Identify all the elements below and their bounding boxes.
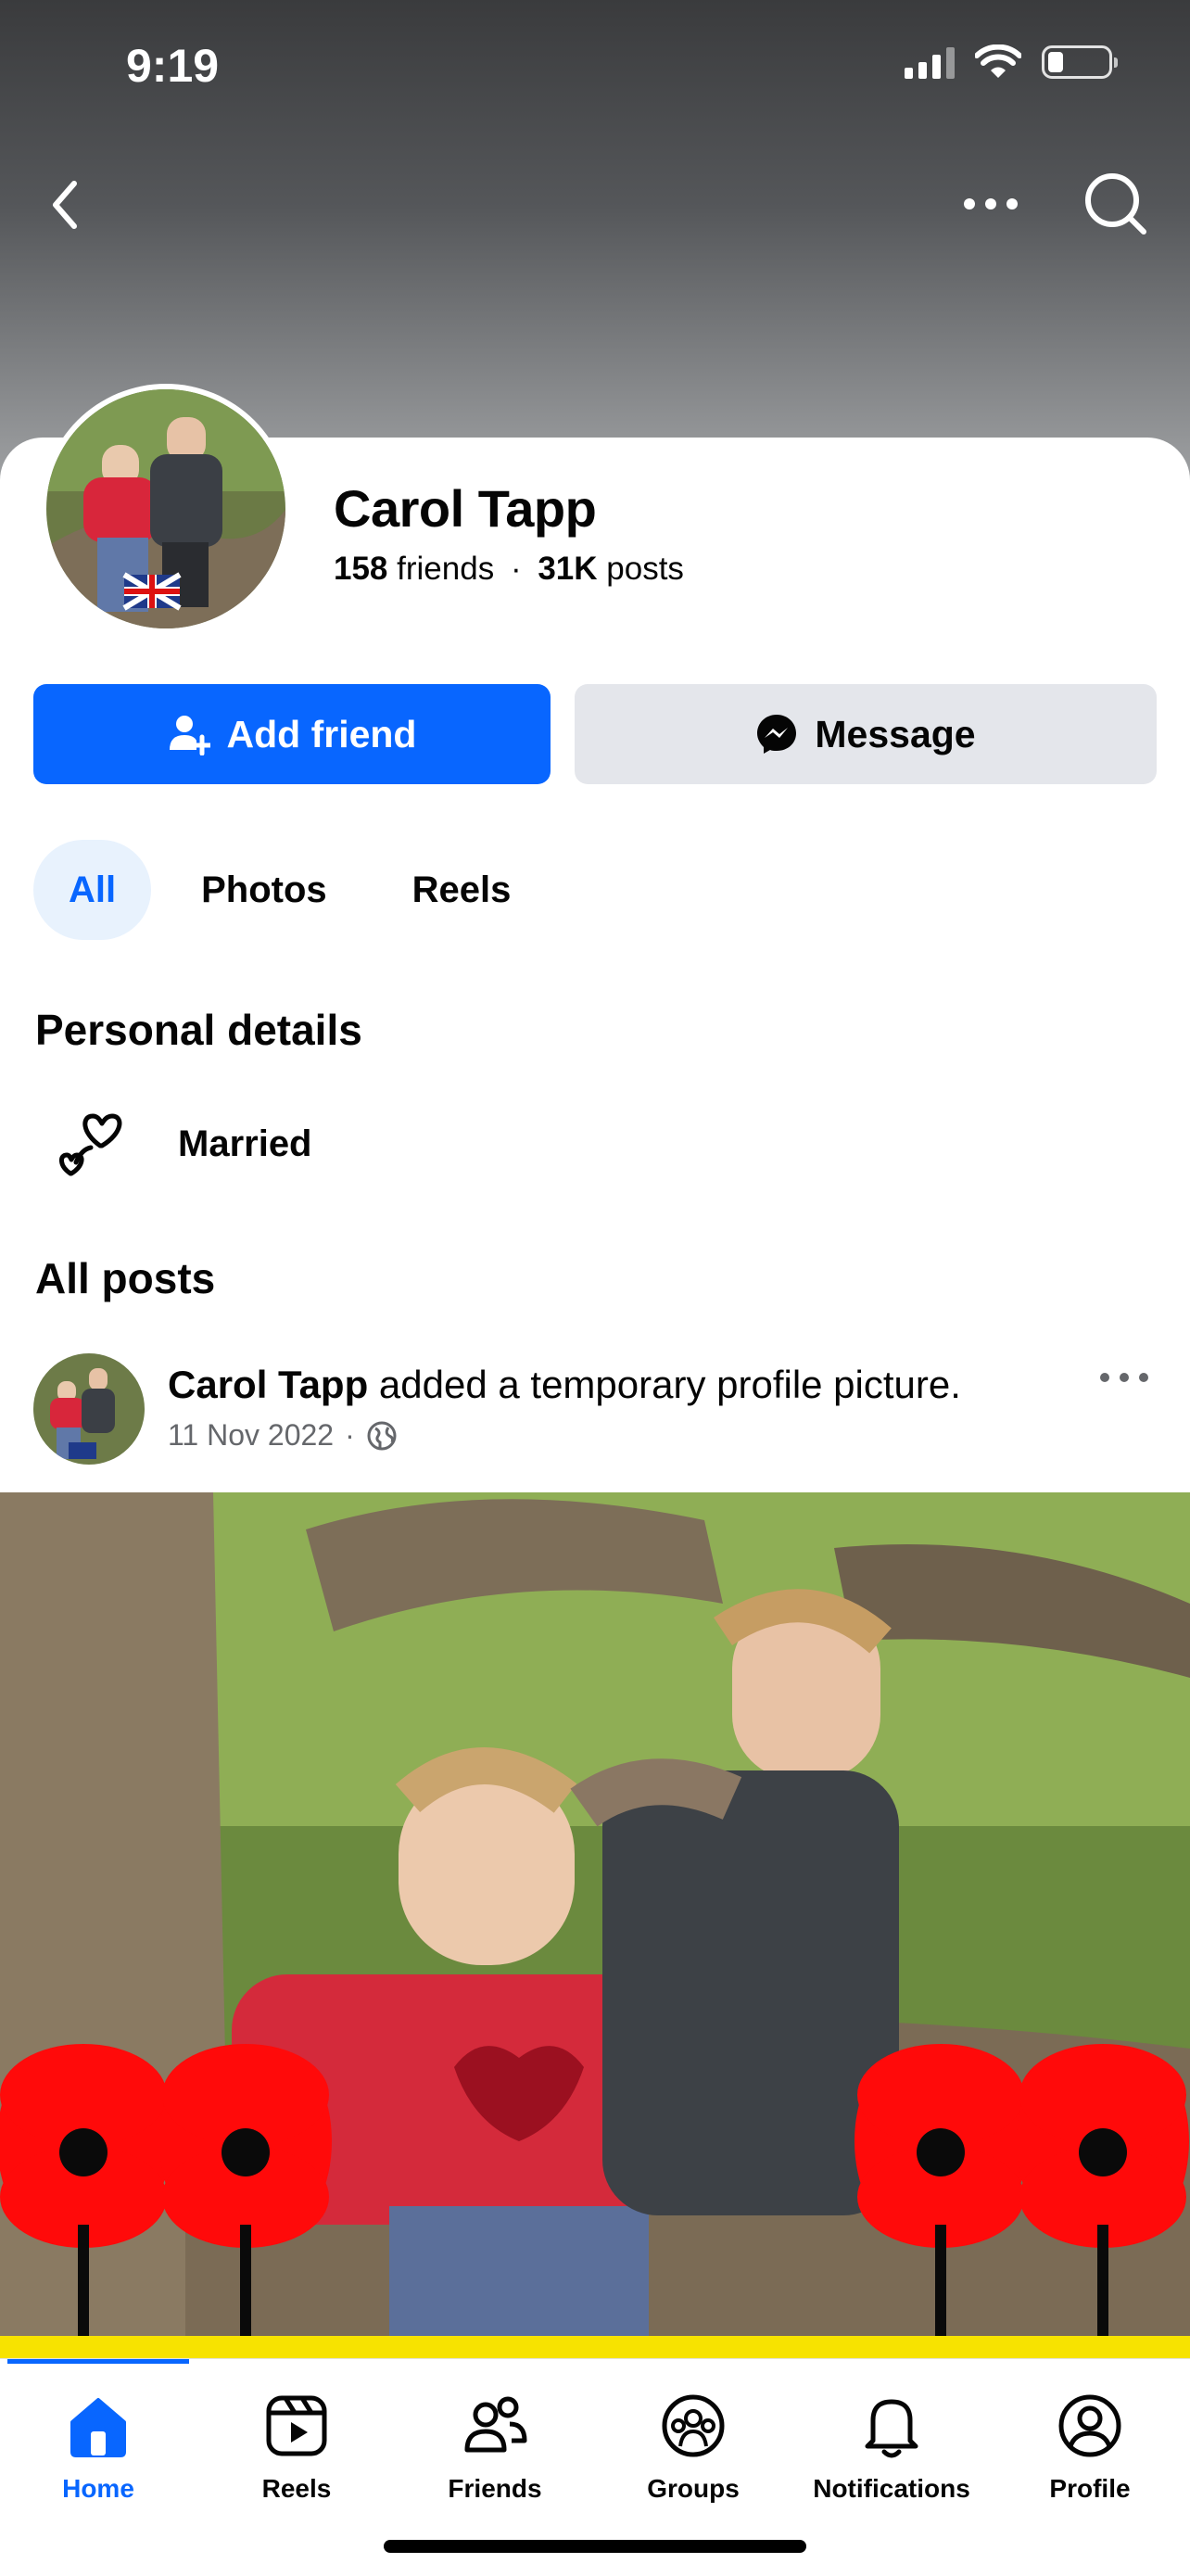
post-action-text: added a temporary profile picture. <box>378 1363 961 1406</box>
relationship-status: Married <box>178 1123 312 1164</box>
nav-notifications[interactable]: Notifications <box>799 2391 984 2504</box>
profile-icon <box>1058 2394 1121 2457</box>
posts-word: posts <box>606 551 684 587</box>
active-tab-indicator <box>7 2359 189 2364</box>
top-navigation <box>0 158 1190 250</box>
message-button[interactable]: Message <box>575 684 1157 784</box>
post-date[interactable]: 11 Nov 2022 <box>168 1418 334 1453</box>
nav-reels-label: Reels <box>261 2474 332 2503</box>
battery-icon <box>1042 45 1118 79</box>
bell-icon <box>865 2399 918 2458</box>
post-meta-dot: · <box>345 1418 355 1452</box>
friends-count[interactable]: 158 <box>334 551 387 587</box>
profile-name: Carol Tapp <box>334 479 597 538</box>
nav-friends-label: Friends <box>448 2474 542 2503</box>
personal-details-title: Personal details <box>35 1006 362 1054</box>
all-posts-title: All posts <box>35 1254 216 1302</box>
post-meta: 11 Nov 2022 · <box>168 1418 398 1453</box>
add-friend-button[interactable]: Add friend <box>33 684 551 784</box>
post-header: Carol Tapp added a temporary profile pic… <box>33 1353 1157 1465</box>
groups-icon <box>662 2394 725 2457</box>
friends-icon <box>464 2396 527 2453</box>
profile-stats: 158 friends · 31K posts <box>334 551 684 588</box>
post-author-name[interactable]: Carol Tapp <box>168 1363 368 1406</box>
reels-icon <box>266 2395 327 2456</box>
nav-home-label: Home <box>62 2474 134 2503</box>
globe-icon <box>367 1421 397 1450</box>
posts-count: 31K <box>538 551 598 587</box>
relationship-detail: Married <box>54 1109 312 1179</box>
nav-home[interactable]: Home <box>6 2391 191 2504</box>
wifi-icon <box>975 44 1021 78</box>
post-photo[interactable] <box>0 1492 1190 2359</box>
nav-reels[interactable]: Reels <box>204 2391 389 2504</box>
home-icon <box>70 2398 126 2457</box>
nav-profile-label: Profile <box>1049 2474 1131 2503</box>
more-options-icon[interactable] <box>958 178 1023 230</box>
tab-reels[interactable]: Reels <box>377 840 547 940</box>
status-icons <box>905 44 1118 80</box>
tab-all[interactable]: All <box>33 840 152 940</box>
tab-photos[interactable]: Photos <box>166 840 362 940</box>
nav-profile[interactable]: Profile <box>997 2391 1183 2504</box>
nav-groups-label: Groups <box>647 2474 740 2503</box>
friends-word[interactable]: friends <box>397 551 494 587</box>
post-more-icon[interactable] <box>1092 1359 1157 1396</box>
relationship-hearts-icon <box>59 1113 122 1176</box>
profile-tabs: All Photos Reels <box>33 840 561 940</box>
post-author-avatar[interactable] <box>33 1353 145 1465</box>
add-friend-label: Add friend <box>226 712 417 755</box>
search-icon[interactable] <box>1079 167 1153 241</box>
messenger-icon <box>757 715 797 754</box>
message-label: Message <box>815 712 976 755</box>
status-time: 9:19 <box>126 40 220 92</box>
cellular-signal-icon <box>905 45 955 79</box>
home-indicator <box>384 2540 806 2553</box>
add-friend-icon <box>169 716 210 755</box>
stats-separator: · <box>510 551 522 587</box>
nav-groups[interactable]: Groups <box>601 2391 786 2504</box>
nav-friends[interactable]: Friends <box>402 2391 588 2504</box>
profile-avatar[interactable] <box>46 389 285 628</box>
nav-notifications-label: Notifications <box>813 2474 970 2503</box>
status-bar: 9:19 <box>0 0 1190 130</box>
back-arrow-icon[interactable] <box>39 171 95 239</box>
post-title-line: Carol Tapp added a temporary profile pic… <box>168 1363 961 1407</box>
